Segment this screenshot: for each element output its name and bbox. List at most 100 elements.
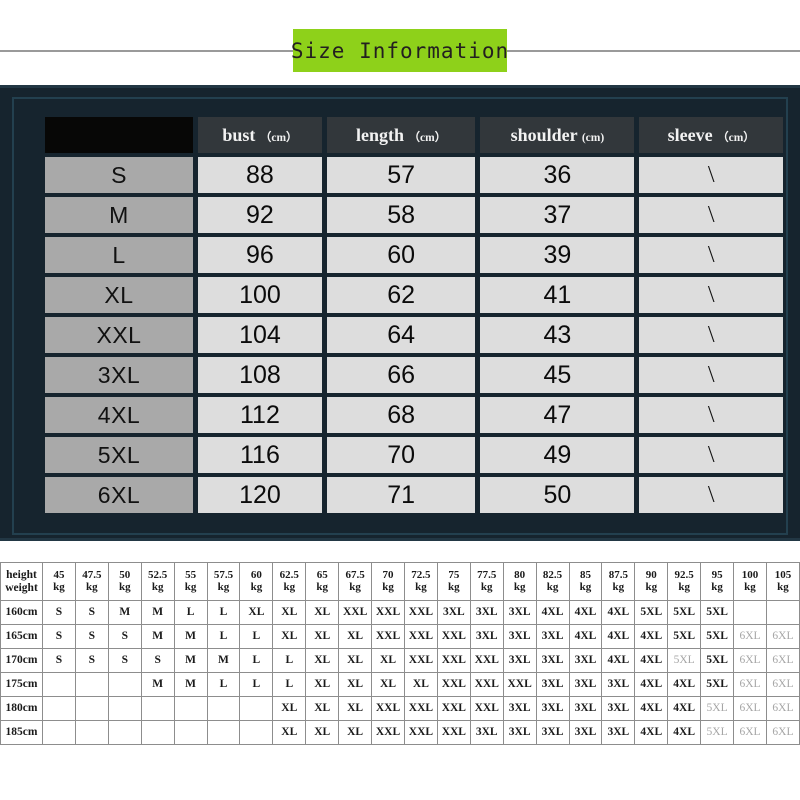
weight-unit: kg bbox=[645, 580, 658, 593]
weight-column-header: 85 kg bbox=[568, 562, 603, 601]
column-header-label: bust bbox=[222, 124, 260, 145]
recommended-size-cell: XXL bbox=[338, 600, 373, 625]
size-table: bust （cm） length （cm） shoulder (cm) sleeve … bbox=[40, 113, 788, 517]
height-weight-header-row: height weight 45 kg 47.5 kg 50 kg 52.5 kg 55 kg 57.5… bbox=[0, 562, 800, 601]
recommended-size-cell: 4XL bbox=[634, 624, 669, 649]
weight-column-header: 72.5 kg bbox=[403, 562, 438, 601]
recommended-size-cell: 4XL bbox=[535, 600, 570, 625]
title-banner: Size Information bbox=[291, 29, 508, 72]
weight-column-header: 92.5 kg bbox=[667, 562, 702, 601]
recommended-size-cell bbox=[206, 720, 241, 745]
recommended-size-cell bbox=[42, 720, 76, 745]
size-label-cell: M bbox=[45, 197, 193, 233]
recommended-size-cell bbox=[107, 672, 142, 697]
weight-value: 60 bbox=[250, 568, 262, 581]
recommended-size-cell: L bbox=[239, 648, 274, 673]
sleeve-value-cell: \ bbox=[639, 277, 783, 313]
weight-column-header: 90 kg bbox=[634, 562, 669, 601]
weight-value: 55 bbox=[185, 568, 197, 581]
recommended-size-cell bbox=[107, 720, 142, 745]
size-table-row: XXL 104 64 43 \ bbox=[45, 317, 783, 353]
weight-value: 95 bbox=[711, 568, 723, 581]
recommended-size-cell: 6XL bbox=[733, 672, 767, 697]
recommended-size-cell bbox=[239, 696, 274, 721]
recommended-size-cell: L bbox=[206, 600, 241, 625]
shoulder-value-cell: 49 bbox=[480, 437, 635, 473]
recommended-size-cell: 3XL bbox=[502, 624, 537, 649]
recommended-size-cell: XL bbox=[272, 600, 307, 625]
weight-value: 47.5 bbox=[82, 568, 102, 581]
bust-value-cell: 112 bbox=[198, 397, 322, 433]
weight-unit: kg bbox=[382, 580, 394, 593]
shoulder-value-cell: 37 bbox=[480, 197, 635, 233]
recommended-size-cell: 4XL bbox=[601, 624, 636, 649]
size-table-row: 6XL 120 71 50 \ bbox=[45, 477, 783, 513]
recommended-size-cell: XXL bbox=[403, 600, 438, 625]
recommended-size-cell: M bbox=[206, 648, 241, 673]
sleeve-value-cell: \ bbox=[639, 397, 783, 433]
size-table-column-header-length: length （cm） bbox=[326, 117, 476, 153]
weight-value: 67.5 bbox=[345, 568, 365, 581]
recommended-size-cell: XXL bbox=[403, 624, 438, 649]
weight-value: 90 bbox=[645, 568, 657, 581]
bust-value-cell: 120 bbox=[198, 477, 322, 513]
recommended-size-cell bbox=[173, 696, 208, 721]
recommended-size-cell: 3XL bbox=[535, 672, 570, 697]
shoulder-value-cell: 47 bbox=[480, 397, 635, 433]
recommended-size-cell: XL bbox=[305, 624, 340, 649]
recommended-size-cell: M bbox=[140, 672, 175, 697]
recommended-size-cell: 4XL bbox=[601, 648, 636, 673]
sleeve-value-cell: \ bbox=[639, 157, 783, 193]
recommended-size-cell: 3XL bbox=[469, 600, 504, 625]
weight-column-header: 47.5 kg bbox=[74, 562, 109, 601]
weight-unit: kg bbox=[283, 580, 296, 593]
weight-column-header: 75 kg bbox=[436, 562, 471, 601]
weight-column-header: 55 kg bbox=[173, 562, 208, 601]
recommended-size-cell: S bbox=[74, 600, 109, 625]
weight-column-header: 57.5 kg bbox=[206, 562, 241, 601]
recommended-size-cell: 3XL bbox=[469, 624, 504, 649]
recommended-size-cell: XL bbox=[305, 672, 340, 697]
size-table-header-row: bust （cm） length （cm） shoulder (cm) sleeve … bbox=[45, 117, 783, 153]
recommended-size-cell: 4XL bbox=[601, 600, 636, 625]
height-weight-row: 180cm XL XL XL XXL XXL XXL XXL 3XL 3XL 3XL 3XL 4XL 4X… bbox=[0, 696, 800, 721]
height-weight-corner-cell: height weight bbox=[0, 562, 43, 601]
weight-value: 85 bbox=[579, 568, 591, 581]
recommended-size-cell: 6XL bbox=[765, 696, 800, 721]
weight-unit: kg bbox=[151, 580, 164, 593]
recommended-size-cell: 5XL bbox=[700, 648, 735, 673]
sleeve-value-cell: \ bbox=[639, 357, 783, 393]
recommended-size-cell: 3XL bbox=[469, 720, 504, 745]
recommended-size-cell: L bbox=[272, 672, 307, 697]
size-label-cell: S bbox=[45, 157, 193, 193]
recommended-size-cell: XL bbox=[338, 672, 373, 697]
weight-column-header: 67.5 kg bbox=[338, 562, 373, 601]
title-area: Size Information bbox=[0, 0, 800, 85]
weight-column-header: 105 kg bbox=[765, 562, 800, 601]
length-value-cell: 68 bbox=[326, 397, 476, 433]
recommended-size-cell: XL bbox=[338, 624, 373, 649]
weight-unit: kg bbox=[777, 580, 789, 593]
weight-unit: kg bbox=[415, 580, 427, 593]
weight-value: 72.5 bbox=[411, 568, 431, 581]
height-weight-row: 170cm S S S S M M L L XL XL XL XXL XXL XXL 3XL 3XL 3XL 4XL… bbox=[0, 648, 800, 673]
shoulder-value-cell: 45 bbox=[480, 357, 635, 393]
weight-unit: kg bbox=[546, 580, 559, 593]
weight-column-header: 77.5 kg bbox=[469, 562, 504, 601]
weight-unit: kg bbox=[448, 580, 460, 593]
recommended-size-cell: XL bbox=[272, 696, 307, 721]
recommended-size-cell: M bbox=[173, 624, 208, 649]
recommended-size-cell: M bbox=[140, 624, 175, 649]
recommended-size-cell: 3XL bbox=[601, 696, 636, 721]
sleeve-value-cell: \ bbox=[639, 197, 783, 233]
size-table-corner-cell bbox=[45, 117, 193, 153]
weight-unit: kg bbox=[184, 580, 197, 593]
recommended-size-cell: 3XL bbox=[535, 624, 570, 649]
size-label-cell: 5XL bbox=[45, 437, 193, 473]
weight-value: 50 bbox=[119, 568, 131, 581]
weight-unit: kg bbox=[612, 580, 625, 593]
column-header-unit: （cm） bbox=[408, 131, 447, 144]
recommended-size-cell bbox=[74, 672, 109, 697]
recommended-size-cell: 3XL bbox=[568, 648, 603, 673]
height-weight-row: 165cm S S S M M L L XL XL XL XXL XXL XXL 3XL 3XL 3XL 4XL 4… bbox=[0, 624, 800, 649]
